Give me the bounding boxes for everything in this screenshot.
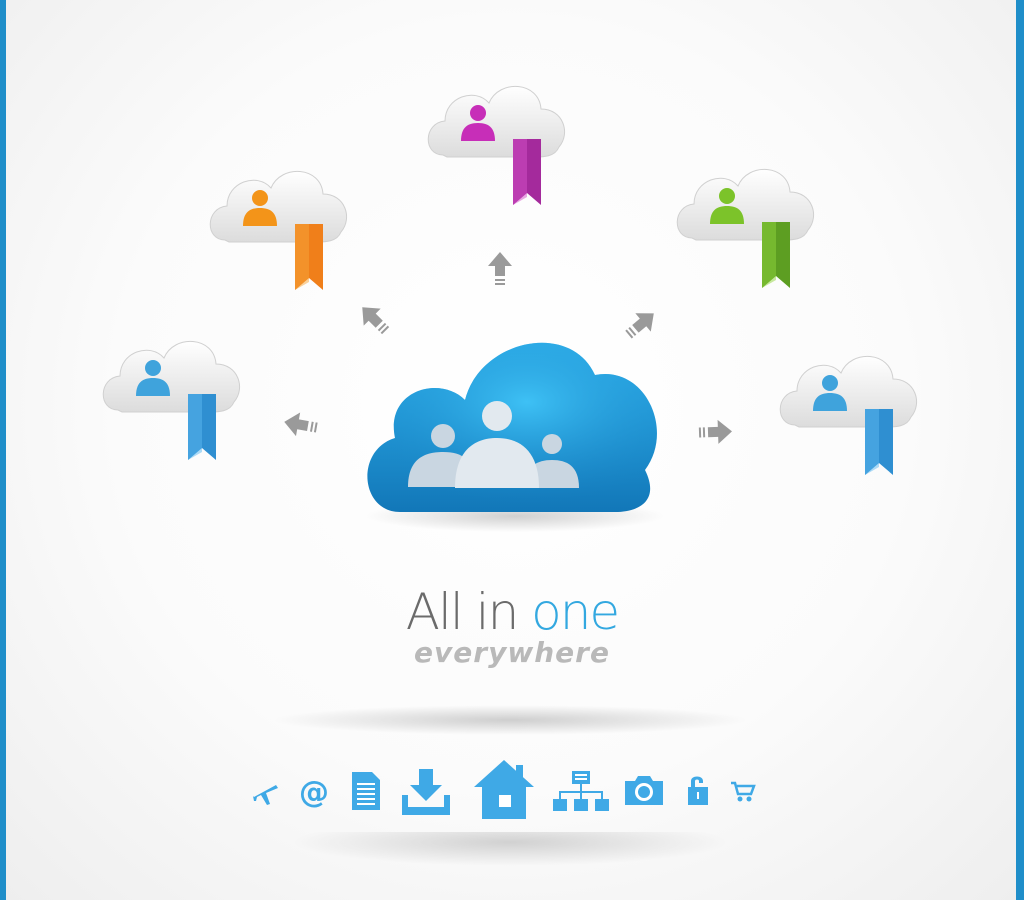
subtitle: everywhere (414, 636, 610, 669)
frame-left-border (0, 0, 6, 900)
icon-bar-shadow-bottom (290, 832, 730, 866)
svg-text:@: @ (299, 775, 329, 809)
icon-bar: @ (240, 755, 780, 835)
arrow-up-icon (488, 252, 512, 285)
headline-word-2: one (531, 583, 620, 641)
main-cloud (365, 342, 665, 532)
camera-icon (625, 776, 663, 805)
frame-right-border (1016, 0, 1024, 900)
cloud-magenta (423, 75, 573, 205)
headline-word-1: All in (405, 583, 532, 641)
home-icon (474, 760, 534, 819)
airplane-icon (253, 785, 278, 805)
cloud-blue-left (98, 330, 248, 460)
headline: All in one (0, 583, 1024, 641)
document-icon (352, 772, 380, 810)
cloud-green (672, 158, 822, 288)
cloud-orange (205, 160, 355, 290)
download-icon (402, 769, 450, 815)
sitemap-icon (553, 771, 609, 811)
arrow-left-icon (284, 412, 318, 437)
cloud-blue-right (775, 345, 925, 475)
unlock-icon (688, 776, 708, 805)
icon-bar-shadow-top (270, 705, 750, 735)
shopping-cart-icon (731, 781, 756, 802)
at-sign-icon: @ (299, 775, 329, 809)
arrow-right-icon (698, 419, 732, 444)
